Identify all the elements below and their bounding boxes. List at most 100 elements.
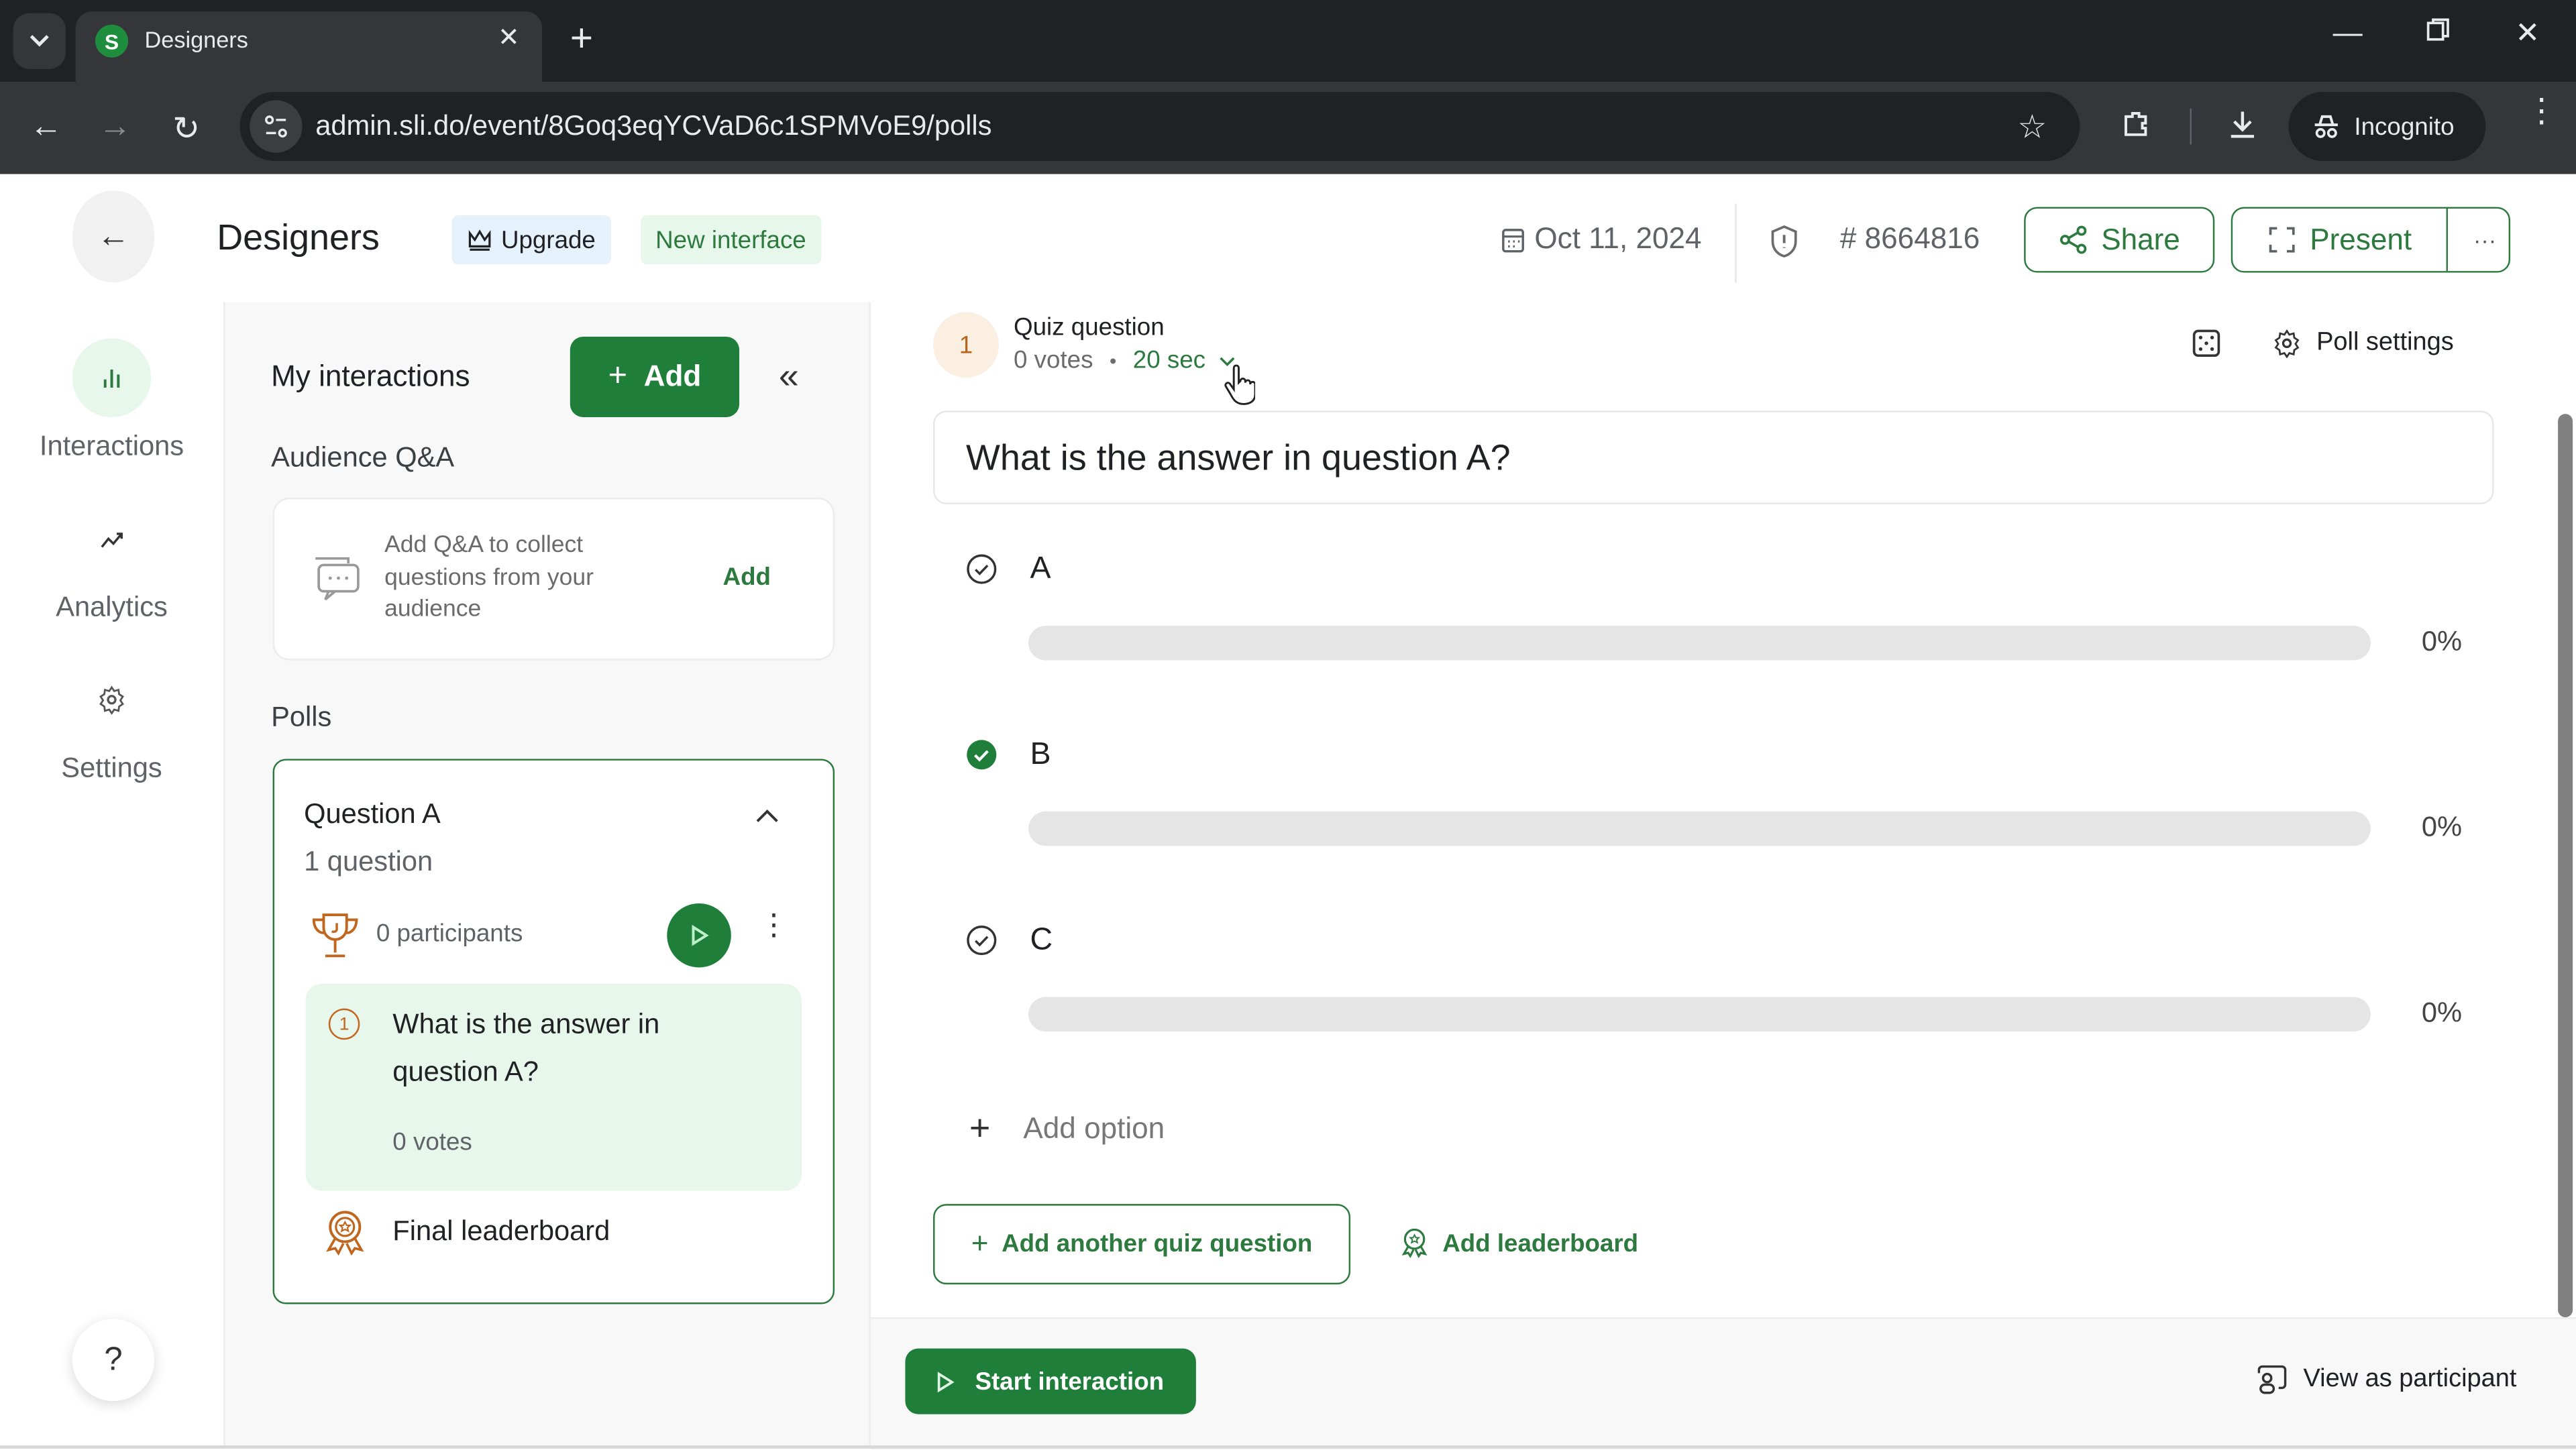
start-label: Start interaction (975, 1367, 1165, 1396)
poll-settings-button[interactable]: Poll settings (2272, 329, 2454, 358)
qa-section-title: Audience Q&A (271, 441, 455, 473)
arrow-left-icon: ← (97, 217, 130, 254)
option-label[interactable]: C (1030, 923, 1053, 959)
add-option-button[interactable]: + Add option (969, 1107, 1165, 1150)
mark-correct-check-icon[interactable] (966, 553, 998, 585)
more-options-button[interactable]: ··· (2461, 227, 2509, 253)
plus-icon: + (971, 1227, 989, 1260)
participant-view-icon (2257, 1365, 2287, 1394)
restore-icon[interactable] (2425, 16, 2451, 42)
play-poll-button[interactable] (667, 903, 731, 968)
bar-chart-icon (72, 338, 152, 418)
polls-section-title: Polls (271, 701, 332, 733)
option-percent: 0% (2421, 997, 2463, 1029)
upgrade-label: Upgrade (500, 225, 596, 254)
add-interaction-button[interactable]: + Add (570, 337, 740, 418)
back-button[interactable]: ← (72, 190, 155, 283)
poll-menu-icon[interactable]: ⋮ (759, 910, 788, 940)
new-tab-icon[interactable]: + (570, 16, 593, 62)
event-date[interactable]: Oct 11, 2024 (1501, 221, 1702, 256)
help-button[interactable]: ? (72, 1319, 155, 1401)
question-text-input[interactable]: What is the answer in question A? (933, 410, 2494, 504)
header-divider (1735, 203, 1737, 283)
present-button[interactable]: Present (2233, 209, 2449, 272)
add-option-label: Add option (1023, 1111, 1165, 1144)
download-icon[interactable] (2226, 109, 2259, 142)
forward-arrow-icon[interactable]: → (99, 109, 131, 146)
chevron-up-icon[interactable] (756, 808, 779, 823)
option-result-bar (1028, 997, 2371, 1031)
add-quiz-question-button[interactable]: + Add another quiz question (933, 1204, 1351, 1285)
mark-correct-check-icon[interactable] (966, 925, 998, 956)
poll-question-count: 1 question (304, 846, 433, 877)
view-as-participant-button[interactable]: View as participant (2255, 1365, 2516, 1394)
qa-description: Add Q&A to collect questions from your a… (384, 532, 594, 623)
option-label[interactable]: B (1030, 738, 1051, 774)
correct-answer-check-icon[interactable] (966, 739, 998, 771)
poll-title[interactable]: Question A (304, 798, 441, 831)
nav-item-analytics[interactable]: Analytics (0, 499, 223, 624)
event-title: Designers (217, 217, 380, 258)
nav-item-interactions[interactable]: Interactions (0, 338, 223, 463)
url-text[interactable]: admin.sli.do/event/8Goq3eqYCVaD6c1SPMVoE… (315, 110, 991, 143)
fullscreen-icon (2269, 227, 2295, 253)
add-leaderboard-button[interactable]: Add leaderboard (1400, 1227, 1638, 1260)
privacy-shield-icon[interactable] (1768, 223, 1801, 260)
main-scrollbar[interactable] (2558, 414, 2573, 1318)
event-code[interactable]: # 8664816 (1840, 222, 1980, 256)
tab-close-icon[interactable]: ✕ (498, 21, 520, 54)
new-interface-badge[interactable]: New interface (641, 215, 821, 265)
plus-icon: + (608, 357, 628, 394)
share-icon (2059, 225, 2087, 254)
add-qa-link[interactable]: Add (723, 563, 771, 592)
question-number-icon: 1 (328, 1008, 360, 1040)
incognito-icon (2314, 115, 2338, 138)
date-label: Oct 11, 2024 (1534, 221, 1702, 255)
site-info-icon[interactable] (250, 100, 303, 153)
option-percent: 0% (2421, 811, 2463, 843)
window-close-icon[interactable]: ✕ (2515, 16, 2540, 50)
present-label: Present (2310, 222, 2412, 256)
participants-count: 0 participants (376, 919, 523, 948)
hand-cursor-icon (1222, 364, 1256, 408)
question-list-votes: 0 votes (392, 1128, 472, 1157)
tab-search-button[interactable] (13, 13, 66, 69)
share-label: Share (2101, 222, 2180, 256)
collapse-panel-icon[interactable]: « (779, 355, 799, 398)
question-meta: 0 votes • 20 sec (1014, 346, 1236, 375)
crown-icon (468, 229, 491, 251)
gear-icon (2274, 329, 2300, 358)
gear-icon (72, 660, 152, 739)
play-icon (938, 1371, 955, 1392)
meta-separator: • (1109, 349, 1117, 372)
question-list-text: What is the answer in question A? (392, 1008, 660, 1088)
question-number-badge: 1 (933, 312, 999, 378)
final-leaderboard-item[interactable]: Final leaderboard (392, 1215, 610, 1248)
option-result-bar (1028, 811, 2371, 846)
back-arrow-icon[interactable]: ← (30, 109, 62, 146)
nav-item-settings[interactable]: Settings (0, 660, 223, 785)
plus-icon: + (969, 1107, 991, 1148)
poll-settings-label: Poll settings (2316, 328, 2454, 357)
nav-label: Settings (61, 752, 162, 784)
timer-dropdown[interactable]: 20 sec (1132, 346, 1236, 375)
new-interface-label: New interface (655, 225, 806, 254)
browser-menu-icon[interactable]: ⋮ (2525, 95, 2558, 128)
present-button-group: Present ··· (2231, 207, 2511, 273)
trend-icon (72, 499, 152, 578)
timer-value: 20 sec (1132, 346, 1206, 375)
share-button[interactable]: Share (2024, 207, 2215, 273)
vote-count: 0 votes (1014, 346, 1093, 375)
view-participant-label: View as participant (2303, 1365, 2517, 1393)
toolbar-divider (2190, 108, 2192, 145)
minimize-icon[interactable]: — (2333, 16, 2363, 50)
bookmark-star-icon[interactable]: ☆ (2017, 107, 2047, 148)
option-percent: 0% (2421, 626, 2463, 657)
extensions-icon[interactable] (2119, 109, 2152, 142)
start-interaction-button[interactable]: Start interaction (905, 1348, 1196, 1414)
option-label[interactable]: A (1030, 552, 1051, 588)
randomize-dice-icon[interactable] (2192, 329, 2221, 358)
incognito-badge[interactable]: Incognito (2288, 92, 2486, 162)
upgrade-button[interactable]: Upgrade (451, 215, 610, 265)
reload-icon[interactable]: ↻ (172, 109, 200, 150)
